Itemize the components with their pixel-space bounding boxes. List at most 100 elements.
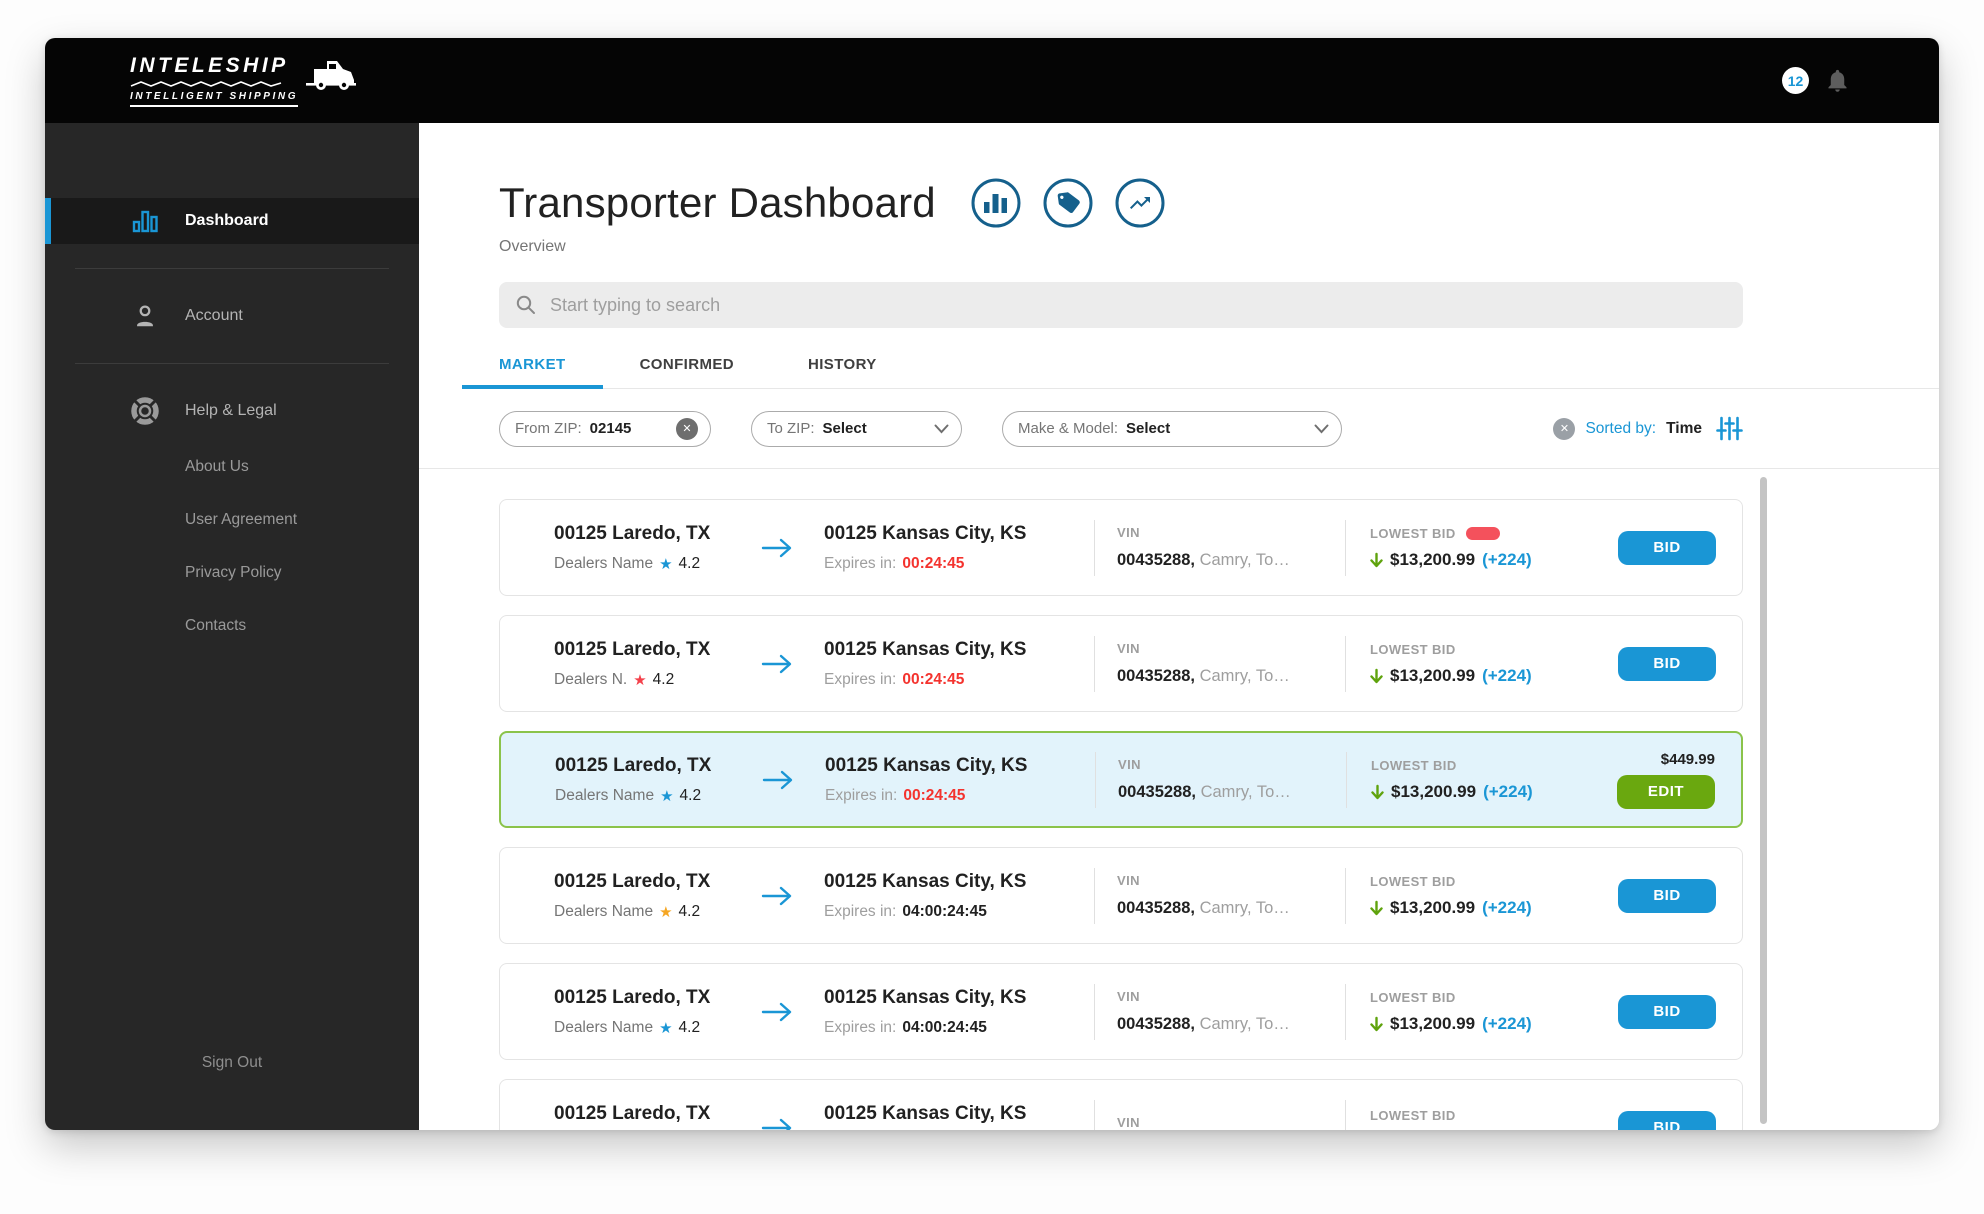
- page-title: Transporter Dashboard: [499, 179, 936, 226]
- vin-value-rest: Camry, To…: [1200, 783, 1291, 801]
- star-icon: ★: [659, 555, 673, 573]
- clear-sort-icon[interactable]: ✕: [1553, 417, 1576, 440]
- vin-value-bold: 00435288,: [1117, 899, 1195, 917]
- action-button[interactable]: EDIT: [1617, 774, 1715, 809]
- action-button[interactable]: BID: [1618, 994, 1716, 1029]
- notification-count-badge: 12: [1782, 67, 1809, 94]
- clear-from-zip-icon[interactable]: ✕: [676, 417, 698, 440]
- lowest-bid-column: LOWEST BID $13,200.99 (+224): [1346, 526, 1552, 570]
- sidebar-divider: [75, 268, 389, 269]
- origin-title: 00125 Laredo, TX: [555, 754, 712, 776]
- vin-label: VIN: [1117, 525, 1140, 540]
- action-button[interactable]: BID: [1618, 646, 1716, 681]
- page-subtitle: Overview: [499, 238, 566, 255]
- sidebar-item-dashboard[interactable]: Dashboard: [45, 198, 419, 244]
- dealer-rating: 4.2: [652, 670, 675, 688]
- to-zip-label: To ZIP:: [767, 420, 815, 437]
- bid-amount: $13,200.99: [1390, 1013, 1476, 1033]
- load-card[interactable]: 00125 Laredo, TX Dealers N. ★ 4.2 00125 …: [499, 615, 1743, 712]
- from-zip-value: 02145: [589, 420, 632, 437]
- bid-amount: $13,200.99: [1390, 897, 1476, 917]
- dest-title: 00125 Kansas City, KS: [824, 1102, 1027, 1124]
- search-input[interactable]: [550, 294, 1733, 316]
- expires-value: 00:24:45: [902, 554, 965, 572]
- bid-change: (+224): [1483, 781, 1533, 801]
- vin-value-rest: Camry, To…: [1199, 551, 1290, 569]
- lowest-bid-column: LOWEST BID $13,200.99 (+224): [1346, 990, 1552, 1034]
- dealer-name: Dealers Name: [554, 1018, 654, 1036]
- origin-title: 00125 Laredo, TX: [554, 638, 711, 660]
- expires-label: Expires in:: [824, 670, 897, 688]
- dealer-name: Dealers Name: [554, 554, 654, 572]
- star-icon: ★: [633, 671, 647, 689]
- expires-value: 04:00:24:45: [902, 902, 987, 920]
- sidebar-item-contacts[interactable]: Contacts: [45, 599, 419, 652]
- expires-row: Expires in: 04:00:24:45: [824, 1019, 1094, 1037]
- expires-label: Expires in:: [824, 902, 897, 920]
- make-model-label: Make & Model:: [1018, 420, 1119, 437]
- vin-value-rest: Camry, To…: [1199, 1015, 1290, 1033]
- load-card[interactable]: 00125 Laredo, TX Dealers Name ★ 4.2 0012…: [499, 731, 1743, 828]
- lowest-bid-label: LOWEST BID: [1370, 873, 1456, 889]
- load-card[interactable]: 00125 Laredo, TX ★ 00125 Kansas City, KS…: [499, 1079, 1743, 1130]
- route-arrow-icon: [760, 653, 824, 675]
- to-zip-filter[interactable]: To ZIP: Select: [751, 410, 962, 447]
- vin-value-rest: Camry, To…: [1199, 667, 1290, 685]
- person-icon: [130, 302, 160, 330]
- chevron-down-icon: [934, 424, 949, 434]
- truck-icon: [306, 61, 357, 90]
- lowest-bid-pill: [1465, 526, 1500, 540]
- destination-column: 00125 Kansas City, KS Expires in: 04:00:…: [824, 987, 1094, 1037]
- vin-label: VIN: [1117, 989, 1140, 1004]
- sidebar-item-account[interactable]: Account: [45, 293, 419, 339]
- tab-bar: MARKET CONFIRMED HISTORY: [462, 342, 1939, 389]
- sidebar-item-about-us[interactable]: About Us: [45, 440, 419, 493]
- bid-value-row: $13,200.99 (+224): [1370, 666, 1552, 686]
- action-button[interactable]: BID: [1618, 530, 1716, 565]
- dealer-rating: 4.2: [679, 786, 702, 804]
- bell-icon[interactable]: [1824, 67, 1851, 94]
- lowest-bid-column: LOWEST BID $13,200.99 (+224): [1346, 642, 1552, 686]
- dealer-rating: 4.2: [678, 1018, 701, 1036]
- tab-market[interactable]: MARKET: [462, 342, 603, 389]
- lowest-bid-label: LOWEST BID: [1370, 989, 1456, 1005]
- scrollbar-thumb[interactable]: [1760, 477, 1767, 1124]
- action-column: BID: [1552, 994, 1742, 1029]
- from-zip-filter[interactable]: From ZIP: 02145 ✕: [499, 410, 711, 447]
- action-button[interactable]: BID: [1618, 878, 1716, 913]
- action-column: BID: [1552, 646, 1742, 681]
- load-card[interactable]: 00125 Laredo, TX Dealers Name ★ 4.2 0012…: [499, 847, 1743, 944]
- route-arrow-icon: [760, 885, 824, 907]
- action-column: $449.99 EDIT: [1551, 751, 1741, 809]
- sidebar-item-privacy-policy[interactable]: Privacy Policy: [45, 546, 419, 599]
- make-model-filter[interactable]: Make & Model: Select: [1002, 410, 1342, 447]
- main-content: Transporter Dashboard Overview Start typ…: [419, 123, 1939, 1130]
- tab-confirmed[interactable]: CONFIRMED: [603, 342, 771, 389]
- bid-value-row: $13,200.99 (+224): [1371, 782, 1551, 802]
- vin-value-bold: 00435288,: [1117, 551, 1195, 569]
- load-card[interactable]: 00125 Laredo, TX Dealers Name ★ 4.2 0012…: [499, 499, 1743, 596]
- sidebar-item-user-agreement[interactable]: User Agreement: [45, 493, 419, 546]
- dealer-rating: 4.2: [678, 554, 701, 572]
- origin-title: 00125 Laredo, TX: [554, 870, 711, 892]
- trending-up-icon[interactable]: [1114, 177, 1166, 229]
- vin-column: VIN 00435288, Camry, To…: [1095, 989, 1345, 1034]
- price-tag-icon[interactable]: [1042, 177, 1094, 229]
- tab-history[interactable]: HISTORY: [771, 342, 914, 389]
- star-icon: ★: [659, 1019, 673, 1037]
- sliders-icon[interactable]: [1716, 415, 1743, 442]
- expires-value: 04:00:24:45: [902, 1018, 987, 1036]
- topbar-right: 12: [1782, 67, 1851, 94]
- load-card[interactable]: 00125 Laredo, TX Dealers Name ★ 4.2 0012…: [499, 963, 1743, 1060]
- origin-title: 00125 Laredo, TX: [554, 1102, 711, 1124]
- sidebar-item-help-legal[interactable]: Help & Legal: [45, 388, 419, 434]
- vin-value-row: 00435288, Camry, To…: [1117, 899, 1345, 918]
- action-button[interactable]: BID: [1618, 1110, 1716, 1130]
- vin-column: VIN 00435288, Camry, To…: [1095, 873, 1345, 918]
- bar-chart-icon[interactable]: [970, 177, 1022, 229]
- life-ring-icon: [130, 396, 160, 426]
- sign-out-button[interactable]: Sign Out: [45, 1054, 419, 1072]
- dest-title: 00125 Kansas City, KS: [824, 986, 1027, 1008]
- sorted-by-value: Time: [1666, 419, 1702, 437]
- sidebar-item-label: Dashboard: [185, 212, 269, 229]
